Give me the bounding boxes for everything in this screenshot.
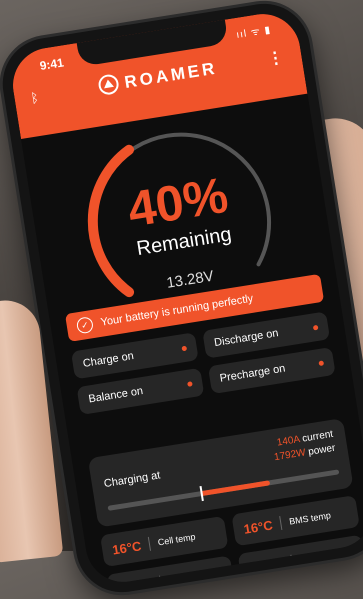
stat-label: BMS temp xyxy=(288,510,332,527)
status-dot-icon xyxy=(181,345,188,351)
charging-power-value: 1792W xyxy=(273,447,307,464)
charging-power-label: power xyxy=(307,442,337,458)
status-dot-icon xyxy=(318,359,325,366)
stat-value: 16°C xyxy=(242,516,274,537)
status-icons: ııl ᯤ ▮ xyxy=(235,24,272,41)
stat-value: 16°C xyxy=(111,537,143,558)
status-dot-icon xyxy=(312,324,319,331)
toggle-label: Discharge on xyxy=(213,327,280,350)
check-icon: ✓ xyxy=(75,316,95,335)
toggle-label: Precharge on xyxy=(219,362,287,385)
charging-label: Charging at xyxy=(103,469,162,491)
stat-label: Cell temp xyxy=(157,531,197,548)
status-time: 9:41 xyxy=(38,55,65,74)
more-menu-icon[interactable]: ⋮ xyxy=(266,47,285,69)
toggle-label: Charge on xyxy=(82,350,135,370)
charging-values: 140A current 1792W power xyxy=(271,428,336,465)
status-dot-icon xyxy=(186,380,193,387)
toggle-label: Balance on xyxy=(87,385,144,406)
divider xyxy=(279,516,283,531)
logo-text: ROAMER xyxy=(123,58,219,92)
charging-bar-fill xyxy=(199,480,271,497)
divider xyxy=(147,536,152,551)
roamer-logo-icon xyxy=(97,73,121,96)
charging-current-value: 140A xyxy=(276,434,301,449)
